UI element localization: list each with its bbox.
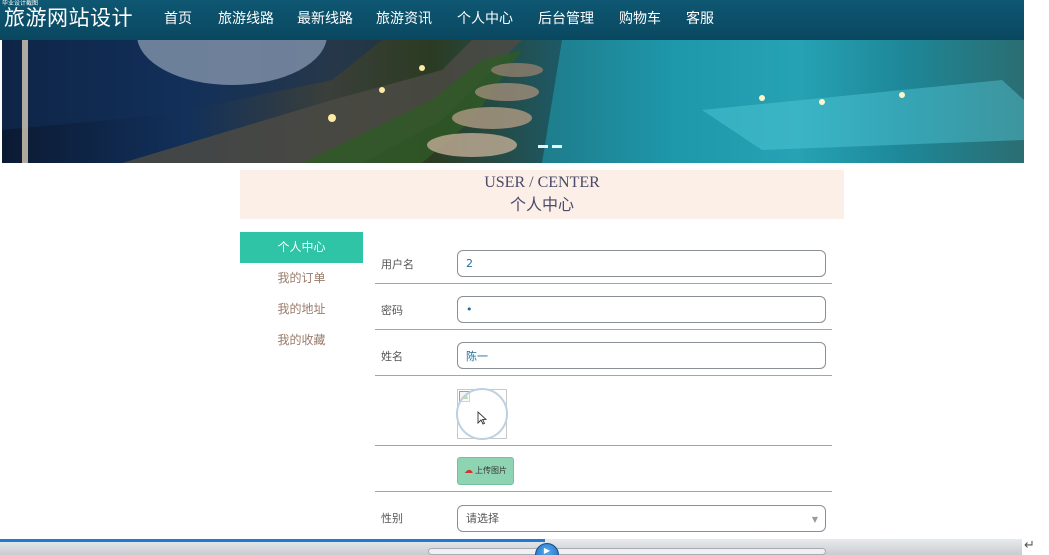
row-divider — [375, 491, 832, 492]
chevron-down-icon: ▼ — [811, 515, 818, 524]
play-icon: ▶ — [543, 546, 551, 555]
user-center-title-en: USER / CENTER — [484, 174, 600, 191]
sidebar-item-orders[interactable]: 我的订单 — [240, 263, 363, 294]
page: 毕业设计截图 旅游网站设计 首页 旅游线路 最新线路 旅游资讯 个人中心 后台管… — [0, 0, 1049, 555]
banner-image — [2, 40, 1024, 163]
username-label: 用户名 — [381, 258, 414, 271]
nav-item-cart[interactable]: 购物车 — [619, 10, 661, 28]
top-nav-bar: 毕业设计截图 旅游网站设计 首页 旅游线路 最新线路 旅游资讯 个人中心 后台管… — [0, 0, 1024, 40]
carousel-dot-1[interactable] — [538, 145, 548, 148]
banner-carousel[interactable] — [2, 40, 1024, 163]
name-input[interactable] — [457, 342, 826, 369]
gender-label: 性别 — [381, 512, 403, 525]
user-center-header: USER / CENTER 个人中心 — [240, 170, 844, 219]
sidebar-item-favorites[interactable]: 我的收藏 — [240, 325, 363, 356]
video-seek-track[interactable] — [428, 548, 826, 555]
password-input[interactable] — [457, 296, 826, 323]
return-symbol: ↵ — [1024, 538, 1035, 553]
nav-item-new-routes[interactable]: 最新线路 — [297, 10, 353, 28]
row-divider — [375, 375, 832, 376]
user-center-title-cn: 个人中心 — [509, 195, 574, 214]
nav-item-user-center[interactable]: 个人中心 — [457, 10, 513, 28]
cloud-upload-icon: ☁ — [464, 466, 473, 476]
nav-item-home[interactable]: 首页 — [164, 10, 192, 28]
gender-select[interactable]: 请选择 ▼ — [457, 505, 826, 532]
upload-image-button[interactable]: ☁ 上传图片 — [457, 457, 514, 485]
row-divider — [375, 445, 832, 446]
password-label: 密码 — [381, 304, 403, 317]
nav-item-news[interactable]: 旅游资讯 — [376, 10, 432, 28]
gender-select-placeholder: 请选择 — [466, 512, 499, 525]
site-title[interactable]: 旅游网站设计 — [4, 4, 133, 32]
username-input[interactable] — [457, 250, 826, 277]
video-progress-bar[interactable] — [0, 539, 545, 542]
sidebar-item-user-center[interactable]: 个人中心 — [240, 232, 363, 263]
mouse-pointer-icon — [477, 411, 487, 425]
nav-item-routes[interactable]: 旅游线路 — [218, 10, 274, 28]
carousel-dot-2[interactable] — [552, 145, 562, 148]
nav-item-service[interactable]: 客服 — [686, 10, 714, 28]
row-divider — [375, 283, 832, 284]
upload-button-label: 上传图片 — [475, 466, 507, 475]
nav-item-admin[interactable]: 后台管理 — [538, 10, 594, 28]
name-label: 姓名 — [381, 350, 403, 363]
sidebar-item-address[interactable]: 我的地址 — [240, 294, 363, 325]
row-divider — [375, 329, 832, 330]
